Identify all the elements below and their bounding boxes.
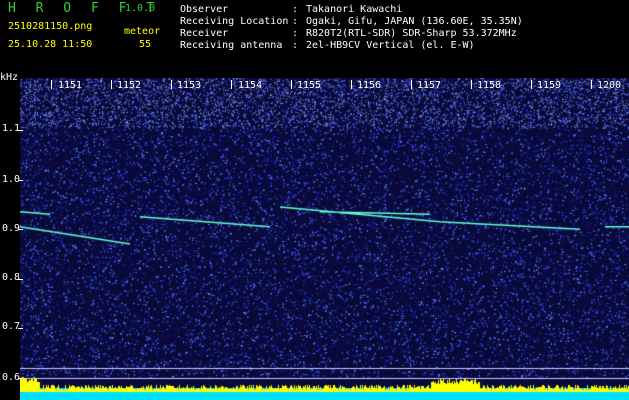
tick-mark [111,80,112,89]
receiver-value: R820T2(RTL-SDR) SDR-Sharp 53.372MHz [306,28,517,39]
x-tick-label: 1159 [537,80,562,91]
observer-sep: : [292,4,299,15]
hrofft-window: H R O F F T 1.0.0 2510281150.png 25.10.2… [0,0,629,400]
tick-mark [18,279,23,280]
y-tick-label: 1.1 [2,123,21,134]
tick-mark [171,80,172,89]
x-tick-label: 1151 [58,80,83,91]
x-tick-label: 1200 [597,80,622,91]
capture-filename: 2510281150.png [8,21,93,32]
x-tick-label: 1156 [357,80,382,91]
tick-mark [18,180,23,181]
tick-mark [291,80,292,89]
antenna-value: 2el-HB9CV Vertical (el. E-W) [306,40,475,51]
meteor-count: 55 [139,39,152,50]
tick-mark [531,80,532,89]
y-tick-label: 0.7 [2,321,21,332]
tick-mark [18,229,23,230]
tick-mark [231,80,232,89]
antenna-label: Receiving antenna [180,40,283,51]
location-value: Ogaki, Gifu, JAPAN (136.60E, 35.35N) [306,16,523,27]
app-version: 1.0.0 [125,3,156,14]
antenna-sep: : [292,40,299,51]
location-label: Receiving Location [180,16,289,27]
tick-mark [51,80,52,89]
receiver-sep: : [292,28,299,39]
y-axis-unit: kHz [0,72,19,83]
x-tick-label: 1155 [297,80,322,91]
receiver-label: Receiver [180,28,229,39]
tick-mark [18,378,23,379]
x-tick-label: 1153 [177,80,202,91]
x-tick-label: 1157 [417,80,442,91]
tick-mark [18,130,23,131]
x-tick-label: 1152 [117,80,142,91]
tick-mark [351,80,352,89]
spectrogram-canvas [20,78,629,400]
tick-mark [591,80,592,89]
location-sep: : [292,16,299,27]
x-tick-label: 1158 [477,80,502,91]
capture-datetime: 25.10.28 11:50 [8,39,93,50]
observer-label: Observer [180,4,229,15]
x-tick-label: 1154 [238,80,263,91]
y-tick-label: 0.8 [2,272,21,283]
tick-mark [411,80,412,89]
observer-value: Takanori Kawachi [306,4,403,15]
tick-mark [18,328,23,329]
tick-mark [471,80,472,89]
meteor-label: meteor [124,26,161,37]
